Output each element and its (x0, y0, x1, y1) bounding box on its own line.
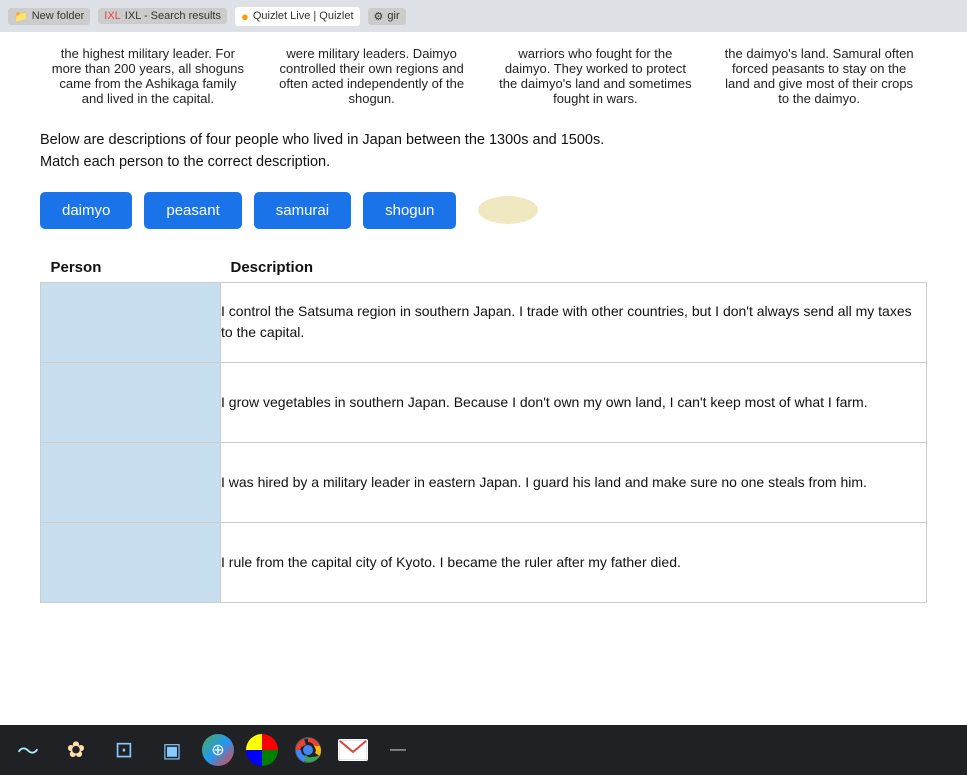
col-description-header: Description (221, 253, 927, 283)
description-cell-0: I control the Satsuma region in southern… (221, 282, 927, 362)
taskbar-globe-icon[interactable]: ⊕ (202, 734, 234, 766)
taskbar-minimize-icon[interactable]: — (380, 732, 416, 768)
person-cell-0[interactable] (41, 282, 221, 362)
info-col-0: the highest military leader. For more th… (40, 42, 256, 110)
info-col-2: warriors who fought for the daimyo. They… (488, 42, 704, 110)
table-row: I rule from the capital city of Kyoto. I… (41, 522, 927, 602)
taskbar-circle-icon[interactable] (246, 734, 278, 766)
taskbar-files-icon[interactable]: ⊡ (106, 732, 142, 768)
answer-buttons-row: daimyo peasant samurai shogun (40, 192, 927, 229)
description-cell-3: I rule from the capital city of Kyoto. I… (221, 522, 927, 602)
quizlet-icon: ● (241, 9, 249, 24)
description-cell-1: I grow vegetables in southern Japan. Bec… (221, 362, 927, 442)
info-col-3: the daimyo's land. Samural often forced … (711, 42, 927, 110)
gir-icon: ⚙ (374, 10, 384, 23)
person-cell-2[interactable] (41, 442, 221, 522)
btn-samurai[interactable]: samurai (254, 192, 351, 229)
person-cell-1[interactable] (41, 362, 221, 442)
oval-decoration (478, 196, 538, 224)
browser-bar: 📁 New folder IXL IXL - Search results ● … (0, 0, 967, 32)
taskbar: 〜 ✿ ⊡ ▣ ⊕ — (0, 725, 967, 775)
info-col-1: were military leaders. Daimyo controlled… (264, 42, 480, 110)
browser-tab-ixl[interactable]: IXL IXL - Search results (98, 8, 227, 24)
person-cell-3[interactable] (41, 522, 221, 602)
taskbar-monitor-icon[interactable]: ▣ (154, 732, 190, 768)
folder-icon: 📁 (14, 10, 28, 23)
btn-peasant[interactable]: peasant (144, 192, 241, 229)
table-row: I grow vegetables in southern Japan. Bec… (41, 362, 927, 442)
taskbar-settings-icon[interactable]: ✿ (58, 732, 94, 768)
table-row: I control the Satsuma region in southern… (41, 282, 927, 362)
col-person-header: Person (41, 253, 221, 283)
info-columns: the highest military leader. For more th… (40, 42, 927, 110)
browser-tab-quizlet[interactable]: ● Quizlet Live | Quizlet (235, 7, 360, 26)
description-cell-2: I was hired by a military leader in east… (221, 442, 927, 522)
table-row: I was hired by a military leader in east… (41, 442, 927, 522)
taskbar-chrome-icon[interactable] (290, 732, 326, 768)
browser-tab-gir[interactable]: ⚙ gir (368, 8, 406, 25)
browser-tab-folder[interactable]: 📁 New folder (8, 8, 90, 25)
btn-shogun[interactable]: shogun (363, 192, 456, 229)
taskbar-mail-icon[interactable] (338, 739, 368, 761)
instruction-text: Below are descriptions of four people wh… (40, 130, 927, 174)
match-table: Person Description I control the Satsuma… (40, 253, 927, 603)
main-content: the highest military leader. For more th… (0, 32, 967, 613)
ixl-icon: IXL (104, 10, 121, 22)
taskbar-wave-icon[interactable]: 〜 (10, 732, 46, 768)
btn-daimyo[interactable]: daimyo (40, 192, 132, 229)
